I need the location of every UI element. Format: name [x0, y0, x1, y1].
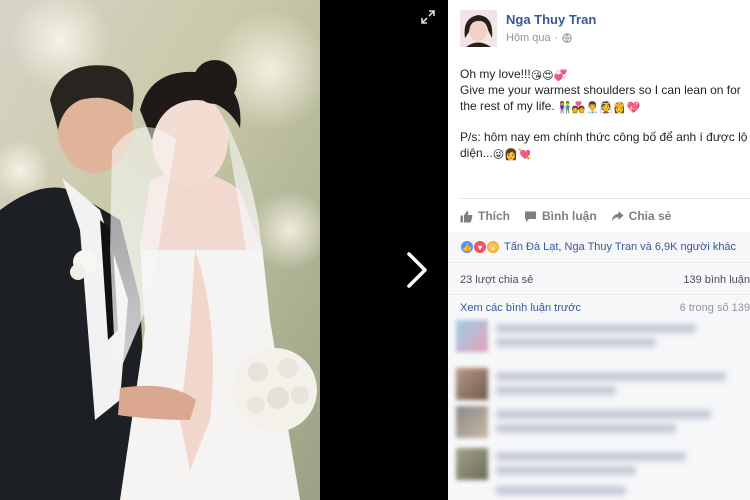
engagement-stats: 23 lượt chia sẻ 139 bình luận — [448, 262, 750, 294]
post-text: Oh my love!!!😘😍💞 Give me your warmest sh… — [460, 66, 750, 176]
wedding-photo[interactable] — [0, 0, 320, 500]
like-label: Thích — [478, 209, 510, 223]
avatar[interactable] — [456, 448, 488, 480]
expand-icon[interactable] — [420, 9, 436, 25]
list-item — [456, 406, 750, 440]
blurred-comment-text — [496, 372, 726, 381]
blurred-comment-text — [496, 386, 616, 395]
previous-comments-bar: Xem các bình luận trước 6 trong số 139 — [448, 294, 750, 320]
comments-shown-count: 6 trong số 139 — [679, 302, 750, 314]
thumbs-up-icon — [460, 210, 473, 222]
avatar[interactable] — [456, 368, 488, 400]
share-label: Chia sẻ — [628, 209, 672, 223]
post-paragraph-1: Oh my love!!!😘😍💞 Give me your warmest sh… — [460, 66, 750, 114]
post-paragraph-2: P/s: hôm nay em chính thức công bố để an… — [460, 129, 750, 161]
share-button[interactable]: Chia sẻ — [611, 206, 672, 226]
action-bar: Thích Bình luận Chia sẻ — [460, 206, 750, 226]
reaction-icons: 👍 ♥ 😮 — [460, 240, 500, 254]
emoji-group-3: 😜👩💘 — [492, 149, 532, 161]
list-item — [456, 368, 750, 402]
list-item — [456, 484, 750, 500]
emoji-group-2: 👫💑👨‍💼👰👸💖 — [558, 102, 641, 114]
timestamp-text[interactable]: Hôm qua — [506, 32, 551, 44]
comments-count[interactable]: 139 bình luận — [683, 274, 750, 286]
blurred-comment-text — [496, 338, 656, 347]
reactions-text[interactable]: Tấn Đà Lạt, Nga Thuy Tran và 6,9K người … — [504, 241, 736, 253]
like-button[interactable]: Thích — [460, 206, 510, 226]
avatar[interactable] — [460, 10, 497, 47]
chevron-right-icon[interactable] — [404, 250, 430, 290]
blurred-comment-text — [496, 486, 626, 495]
post-timestamp[interactable]: Hôm qua · — [506, 32, 573, 44]
photo-viewer — [0, 0, 448, 500]
blurred-comment-text — [496, 424, 676, 433]
blurred-comment-text — [496, 466, 636, 475]
blurred-comment-text — [496, 324, 696, 333]
share-arrow-icon — [611, 210, 624, 221]
emoji-group-1: 😘😍💞 — [530, 70, 568, 82]
globe-icon — [562, 33, 573, 43]
comment-label: Bình luận — [542, 209, 597, 223]
post-line-1: Oh my love!!! — [460, 67, 531, 81]
list-item — [456, 448, 750, 482]
avatar[interactable] — [456, 406, 488, 438]
post-panel: Nga Thuy Tran Hôm qua · Oh my love!!!😘😍💞… — [448, 0, 750, 500]
reactions-summary[interactable]: 👍 ♥ 😮 Tấn Đà Lạt, Nga Thuy Tran và 6,9K … — [448, 232, 750, 262]
divider — [460, 198, 750, 199]
comment-list — [448, 320, 750, 500]
blurred-comment-text — [496, 410, 711, 419]
love-reaction-icon: ♥ — [473, 240, 487, 254]
wow-reaction-icon: 😮 — [486, 240, 500, 254]
avatar[interactable] — [456, 320, 488, 352]
comment-button[interactable]: Bình luận — [524, 206, 597, 226]
like-reaction-icon: 👍 — [460, 240, 474, 254]
list-item — [456, 320, 750, 354]
blurred-comment-text — [496, 452, 686, 461]
view-previous-comments-link[interactable]: Xem các bình luận trước — [460, 302, 581, 314]
author-name[interactable]: Nga Thuy Tran — [506, 12, 596, 27]
shares-count[interactable]: 23 lượt chia sẻ — [460, 274, 533, 286]
speech-bubble-icon — [525, 211, 536, 222]
separator: · — [554, 32, 559, 44]
